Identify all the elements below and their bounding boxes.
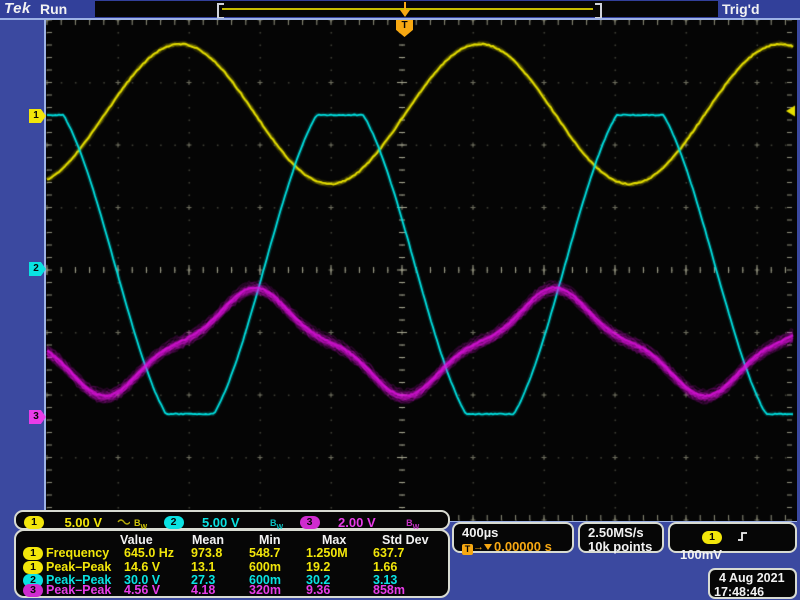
ch3-scale[interactable]: 2.00 V xyxy=(338,515,376,530)
waveform-graticule[interactable] xyxy=(46,20,797,521)
arrow-right-icon: → xyxy=(473,541,484,553)
trigger-settings-box[interactable]: 1 100mV xyxy=(668,522,797,553)
record-length: 10k points xyxy=(588,539,652,554)
measurement-row: 1 Peak–Peak14.6 V13.1600m19.21.66 xyxy=(16,561,452,574)
rising-edge-icon xyxy=(736,531,749,546)
horizontal-settings-box[interactable]: 400µs T→0.00000 s xyxy=(452,522,574,553)
ch2-scale[interactable]: 5.00 V xyxy=(202,515,240,530)
ch1-badge[interactable]: 1 xyxy=(24,516,44,529)
ch1-bandwidth-icon: BW xyxy=(134,518,147,528)
row2-ch-badge: 1 xyxy=(23,561,43,574)
trigger-source-badge: 1 xyxy=(702,531,722,544)
row1-ch-badge: 1 xyxy=(23,547,43,560)
trigger-time-readout: T→0.00000 s xyxy=(462,539,552,555)
ch3-bandwidth-icon: BW xyxy=(406,518,419,528)
ch1-scale[interactable]: 5.00 V xyxy=(64,515,102,530)
ch3-badge[interactable]: 3 xyxy=(300,516,320,529)
trigger-position-arrow-icon xyxy=(400,10,410,17)
measurement-row: 3 Peak–Peak4.56 V4.18320m9.36858m xyxy=(16,584,452,597)
arrow-down-icon xyxy=(484,544,492,550)
measurement-row: 1 Frequency645.0 Hz973.8548.71.250M637.7 xyxy=(16,547,452,560)
date-label: 4 Aug 2021 xyxy=(719,571,785,585)
ch1-coupling-sine-icon xyxy=(117,513,130,530)
tek-logo: Tek xyxy=(4,0,31,17)
oscilloscope-screen: Tek Run Trig'd 1 2 3 T 1 5.00 V BW 2 5.0… xyxy=(0,0,800,600)
trigger-level: 100mV xyxy=(680,547,722,562)
time-label: 17:48:46 xyxy=(714,585,764,599)
acquisition-box[interactable]: 2.50MS/s 10k points xyxy=(578,522,664,553)
trigger-t-icon: T xyxy=(462,544,473,555)
record-window-right-bracket xyxy=(595,3,602,19)
channel-readout-bar[interactable]: 1 5.00 V BW 2 5.00 V BW 3 2.00 V BW xyxy=(14,510,450,530)
ch2-bandwidth-icon: BW xyxy=(270,518,283,528)
sample-rate: 2.50MS/s xyxy=(588,525,644,540)
trigger-status: Trig'd xyxy=(722,1,760,17)
record-view-bar[interactable] xyxy=(95,1,718,17)
row4-ch-badge: 3 xyxy=(23,584,43,597)
record-window-left-bracket xyxy=(217,3,224,19)
acquisition-status: Run xyxy=(40,1,67,17)
datetime-box: 4 Aug 2021 17:48:46 xyxy=(708,568,797,599)
ch2-badge[interactable]: 2 xyxy=(164,516,184,529)
measurement-panel: Value Mean Min Max Std Dev 1 Frequency64… xyxy=(14,529,450,598)
time-per-div: 400µs xyxy=(462,525,498,540)
